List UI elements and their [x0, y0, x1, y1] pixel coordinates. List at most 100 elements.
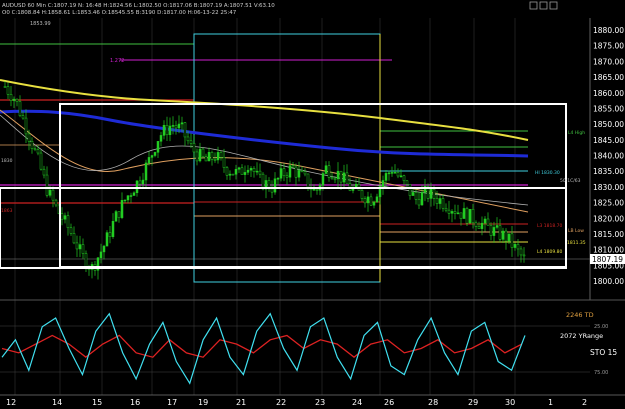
candle-body — [438, 198, 442, 204]
candle-body — [519, 248, 523, 256]
candle-body — [123, 199, 127, 202]
candle-body — [108, 232, 112, 237]
candle-body — [474, 222, 478, 227]
candle-body — [483, 218, 487, 224]
candle-body — [21, 115, 25, 119]
candle-body — [51, 189, 55, 201]
candle-body — [456, 212, 460, 215]
candle-body — [276, 177, 280, 180]
candle-body — [129, 195, 133, 197]
candle-body — [27, 133, 31, 142]
candle-body — [408, 184, 412, 196]
candle-body — [366, 196, 370, 204]
yrange-label: 2072 YRange — [560, 332, 603, 340]
candle-body — [468, 208, 472, 224]
candle-body — [258, 170, 262, 175]
candle-body — [81, 244, 85, 254]
time-tick-label: 14 — [52, 398, 62, 407]
candle-body — [33, 148, 37, 150]
candle-body — [153, 152, 157, 156]
candle-body — [48, 189, 52, 196]
candle-body — [261, 173, 265, 190]
time-tick-label: 23 — [315, 398, 325, 407]
candle-body — [225, 167, 229, 176]
lower-3-label: 1811.35 — [567, 240, 586, 246]
candle-body — [480, 222, 484, 229]
candle-body — [486, 218, 490, 226]
candle-body — [171, 125, 175, 127]
candle-body — [150, 155, 154, 158]
time-tick-label: 29 — [468, 398, 478, 407]
candle-body — [30, 140, 34, 149]
candle-body — [15, 98, 19, 102]
osc-level-low-text: 75.00 — [594, 370, 608, 376]
price-tick-label: 1800.00 — [593, 277, 624, 286]
price-tick-label: 1820.00 — [593, 214, 624, 223]
candle-body — [216, 152, 220, 161]
price-tick-label: 1835.00 — [593, 167, 624, 176]
time-tick-label: 15 — [92, 398, 102, 407]
time-tick-label: 12 — [6, 398, 16, 407]
candle-body — [507, 233, 511, 242]
price-tick-label: 1875.00 — [593, 42, 624, 51]
candle-body — [36, 149, 40, 154]
time-tick-label: 17 — [167, 398, 177, 407]
candle-body — [75, 242, 79, 250]
candle-body — [324, 165, 328, 174]
hi-level-label: HI 1830.30 — [535, 170, 560, 176]
candle-body — [192, 143, 196, 153]
candle-body — [186, 136, 190, 142]
l3-label: L3 1818.70 — [537, 223, 563, 229]
candle-body — [471, 208, 475, 224]
candle-body — [405, 180, 409, 185]
candle-body — [390, 172, 394, 174]
candle-body — [210, 152, 214, 160]
candle-body — [303, 171, 307, 175]
candle-body — [432, 188, 436, 199]
candle-body — [231, 173, 235, 176]
candle-body — [54, 199, 58, 206]
candle-body — [252, 168, 256, 172]
candle-body — [18, 101, 22, 116]
candle-body — [339, 170, 343, 183]
time-tick-label: 2 — [582, 398, 587, 407]
candle-body — [168, 125, 172, 136]
time-tick-label: 21 — [236, 398, 246, 407]
candle-body — [285, 175, 289, 178]
candle-body — [504, 230, 508, 242]
time-tick-label: 16 — [130, 398, 140, 407]
candle-body — [306, 173, 310, 188]
candle-body — [297, 170, 301, 178]
candle-body — [120, 200, 124, 218]
chart-background — [0, 0, 625, 409]
candle-body — [174, 125, 178, 129]
time-tick-label: 1 — [548, 398, 553, 407]
candle-body — [135, 180, 139, 194]
right-tag-2: LB Low — [568, 228, 584, 234]
candle-body — [198, 148, 202, 162]
candle-body — [147, 157, 151, 164]
candle-body — [156, 141, 160, 153]
candle-body — [240, 167, 244, 175]
candle-body — [207, 152, 211, 162]
candle-body — [312, 189, 316, 191]
candle-body — [453, 211, 457, 214]
candle-body — [183, 122, 187, 138]
candle-body — [372, 201, 376, 206]
candle-body — [387, 172, 391, 175]
time-tick-label: 28 — [428, 398, 438, 407]
candle-body — [321, 173, 325, 186]
candle-body — [12, 98, 16, 101]
candle-body — [381, 180, 385, 187]
candle-body — [138, 180, 142, 185]
candle-body — [384, 173, 388, 181]
candle-body — [462, 208, 466, 219]
candle-body — [477, 226, 481, 229]
candle-body — [348, 183, 352, 191]
trading-chart[interactable]: AUDUSD 60 Min C:1807.19 N: 16:48 H:1824.… — [0, 0, 625, 409]
candle-body — [180, 122, 184, 125]
candle-body — [489, 225, 493, 236]
candle-body — [243, 172, 247, 175]
price-tick-label: 1850.00 — [593, 120, 624, 129]
candle-body — [102, 245, 106, 253]
